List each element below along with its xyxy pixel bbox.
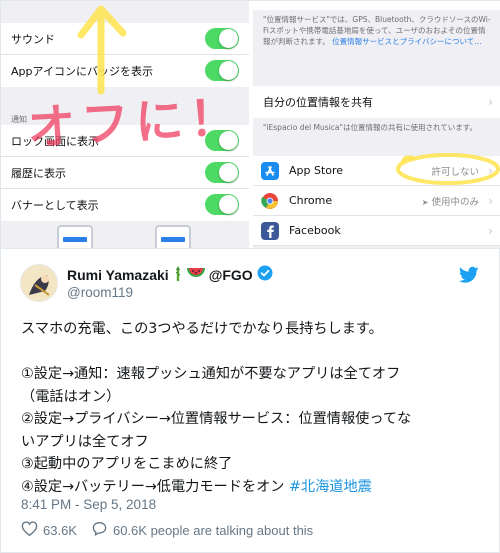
notification-settings-panel: サウンド Appアイコンにバッジを表示 通知 ロック画面に表示 履歴に表示 バナ… (1, 1, 249, 248)
tweet-timestamp[interactable]: 8:41 PM - Sep 5, 2018 (21, 497, 156, 512)
heart-icon (21, 521, 38, 539)
tweet-text: スマホの充電、この3つやるだけでかなり長持ちします。 ①設定→通知：速報プッシュ… (21, 318, 483, 498)
asparagus-emoji-icon (173, 265, 183, 284)
like-count: 63.6K (43, 522, 77, 538)
tweet-text-line: （電話はオン） (21, 388, 121, 405)
hashtag-link[interactable]: #北海道地震 (289, 479, 372, 495)
watermelon-emoji-icon (186, 266, 205, 283)
tweet-text-line: ①設定→通知：速報プッシュ通知が不要なアプリは全てオフ (21, 366, 401, 382)
tweet-text-line: ④設定→バッテリー→低電力モードをオン #北海道地震 (21, 478, 372, 495)
twitter-bird-icon[interactable] (458, 266, 479, 284)
author-handle[interactable]: @room119 (67, 285, 133, 300)
comment-bubble-icon (91, 521, 108, 539)
handwritten-annotation-circle (396, 153, 500, 185)
tweet-attached-image[interactable]: サウンド Appアイコンにバッジを表示 通知 ロック画面に表示 履歴に表示 バナ… (1, 1, 500, 249)
avatar[interactable] (20, 264, 58, 302)
author-name[interactable]: Rumi Yamazaki @FGO (67, 265, 273, 284)
talking-count-text: 60.6K people are talking about this (112, 522, 314, 538)
verified-badge-icon (257, 265, 273, 284)
tweet-text-line: ③起動中のアプリをこまめに終了 (21, 456, 233, 472)
conversation-link[interactable]: 60.6K people are talking about this (91, 521, 313, 539)
tweet-text-line: いアプリは全てオフ (21, 433, 149, 450)
location-services-panel: "位置情報サービス"では、GPS、Bluetooth、クラウドソースのWi-Fi… (253, 1, 500, 248)
tweet-text-line: ②設定→プライバシー→位置情報サービス：位置情報使ってな (21, 411, 412, 427)
embedded-tweet-card: サウンド Appアイコンにバッジを表示 通知 ロック画面に表示 履歴に表示 バナ… (0, 0, 500, 553)
tweet-actions: 63.6K 60.6K people are talking about thi… (21, 521, 327, 539)
tweet-text-blank-line (21, 341, 483, 364)
like-button[interactable]: 63.6K (21, 521, 77, 539)
handwritten-annotation-text: オフに！ (25, 89, 245, 157)
tweet: Rumi Yamazaki @FGO @room119 スマホの充電、この3つや… (1, 250, 500, 553)
tweet-text-line: スマホの充電、この3つやるだけでかなり長持ちします。 (21, 321, 383, 337)
